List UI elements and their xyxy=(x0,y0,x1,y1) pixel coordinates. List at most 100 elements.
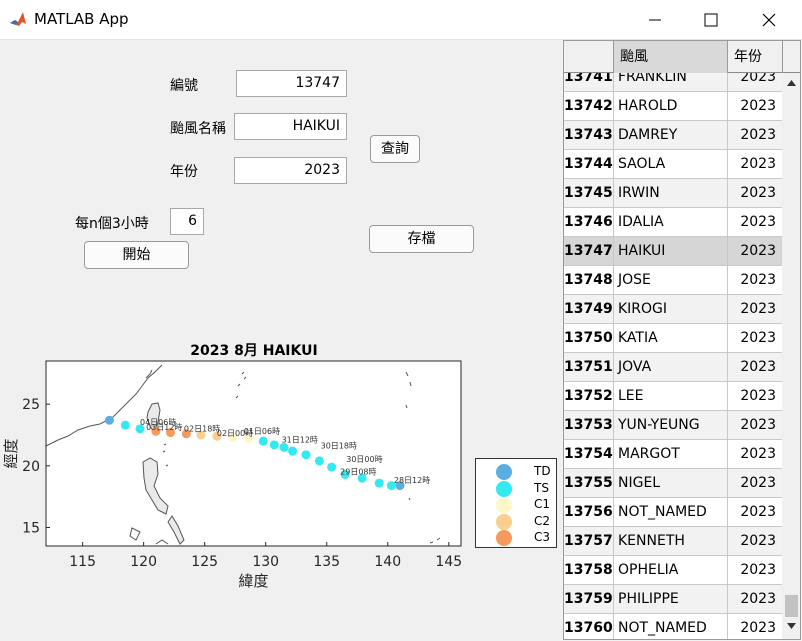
window-title: MATLAB App xyxy=(34,10,129,28)
legend-item: TS xyxy=(476,480,558,497)
y-tick-label: 25 xyxy=(22,397,40,413)
cell-year: 2023 xyxy=(740,73,776,85)
cell-id: 13753 xyxy=(564,411,614,440)
table-row[interactable]: 13742 HAROLD 2023 xyxy=(564,92,782,121)
cell-year: 2023 xyxy=(740,562,776,578)
cell-name: FRANKLIN xyxy=(614,73,728,92)
table-row[interactable]: 13747 HAIKUI 2023 xyxy=(564,237,782,266)
legend-label: C2 xyxy=(534,513,551,528)
minimize-icon xyxy=(649,19,661,21)
x-axis-label: 緯度 xyxy=(238,572,268,590)
maximize-button[interactable] xyxy=(688,0,734,40)
cell-year: 2023 xyxy=(740,591,776,607)
cell-id: 13743 xyxy=(564,121,614,150)
table-row[interactable]: 13743 DAMREY 2023 xyxy=(564,121,782,150)
legend-marker xyxy=(496,480,512,497)
query-button[interactable]: 查詢 xyxy=(370,135,420,163)
cell-name: DAMREY xyxy=(614,121,728,150)
column-header-id[interactable] xyxy=(564,41,614,73)
cell-name: JOSE xyxy=(614,266,728,295)
track-point xyxy=(374,478,384,488)
chart-legend: TD TS C1 C2 C3 xyxy=(475,458,557,548)
x-tick-label: 125 xyxy=(191,554,218,570)
x-tick-label: 130 xyxy=(252,554,279,570)
table-row[interactable]: 13754 MARGOT 2023 xyxy=(564,440,782,469)
year-field[interactable]: 2023 xyxy=(234,157,347,184)
table-row[interactable]: 13749 KIROGI 2023 xyxy=(564,295,782,324)
table-row[interactable]: 13752 LEE 2023 xyxy=(564,382,782,411)
close-button[interactable] xyxy=(746,0,792,40)
minimize-button[interactable] xyxy=(632,0,678,40)
cell-name: OPHELIA xyxy=(614,556,728,585)
legend-marker xyxy=(496,513,512,530)
x-tick-label: 120 xyxy=(130,554,157,570)
table-row[interactable]: 13759 PHILIPPE 2023 xyxy=(564,585,782,614)
table-row[interactable]: 13756 NOT_NAMED 2023 xyxy=(564,498,782,527)
cell-name: PHILIPPE xyxy=(614,585,728,614)
table-scrollbar[interactable] xyxy=(782,73,800,639)
cell-id: 13759 xyxy=(564,585,614,614)
title-bar: MATLAB App xyxy=(0,0,802,40)
table-row[interactable]: 13746 IDALIA 2023 xyxy=(564,208,782,237)
start-button[interactable]: 開始 xyxy=(84,241,189,269)
table-row[interactable]: 13755 NIGEL 2023 xyxy=(564,469,782,498)
legend-item: C3 xyxy=(476,529,558,546)
table-row[interactable]: 13748 JOSE 2023 xyxy=(564,266,782,295)
legend-marker xyxy=(496,464,512,480)
cell-id: 13751 xyxy=(564,353,614,382)
matlab-icon xyxy=(10,12,26,26)
legend-item: C2 xyxy=(476,513,558,530)
cell-year: 2023 xyxy=(740,127,776,143)
cell-id: 13745 xyxy=(564,179,614,208)
track-point xyxy=(104,415,114,425)
cell-year: 2023 xyxy=(740,330,776,346)
cell-name: IDALIA xyxy=(614,208,728,237)
cell-name: NIGEL xyxy=(614,469,728,498)
table-row[interactable]: 13745 IRWIN 2023 xyxy=(564,179,782,208)
track-point xyxy=(327,462,337,472)
legend-label: C3 xyxy=(534,530,551,544)
track-point xyxy=(301,450,311,460)
cell-year: 2023 xyxy=(740,475,776,491)
table-row[interactable]: 13750 KATIA 2023 xyxy=(564,324,782,353)
cell-id: 13741 xyxy=(564,73,614,92)
table-header: 颱風 年份 xyxy=(564,41,800,73)
interval-field[interactable]: 6 xyxy=(170,208,204,235)
id-field[interactable]: 13747 xyxy=(236,70,347,97)
cell-name: KIROGI xyxy=(614,295,728,324)
track-time-label: 02日18時 xyxy=(184,424,220,433)
cell-name: YUN-YEUNG xyxy=(614,411,728,440)
cell-year: 2023 xyxy=(740,243,776,259)
track-point xyxy=(288,446,298,456)
scroll-up-icon[interactable] xyxy=(787,80,796,86)
column-header-name[interactable]: 颱風 xyxy=(614,41,728,73)
table-row[interactable]: 13741 FRANKLIN 2023 xyxy=(564,73,782,92)
x-tick-label: 145 xyxy=(435,554,462,570)
cell-year: 2023 xyxy=(740,214,776,230)
save-button[interactable]: 存檔 xyxy=(369,225,474,253)
cell-id: 13760 xyxy=(564,614,614,639)
table-row[interactable]: 13760 NOT_NAMED 2023 xyxy=(564,614,782,639)
table-row[interactable]: 13753 YUN-YEUNG 2023 xyxy=(564,411,782,440)
table-row[interactable]: 13751 JOVA 2023 xyxy=(564,353,782,382)
name-field[interactable]: HAIKUI xyxy=(234,113,347,140)
x-tick-label: 135 xyxy=(313,554,340,570)
scroll-thumb[interactable] xyxy=(785,595,798,617)
column-header-year[interactable]: 年份 xyxy=(728,41,783,73)
track-point xyxy=(314,456,324,466)
interval-label: 每n個3小時 xyxy=(75,216,149,232)
cell-year: 2023 xyxy=(740,272,776,288)
cell-name: JOVA xyxy=(614,353,728,382)
cell-name: IRWIN xyxy=(614,179,728,208)
track-time-label: 31日12時 xyxy=(282,435,318,444)
table-row[interactable]: 13744 SAOLA 2023 xyxy=(564,150,782,179)
legend-label: C1 xyxy=(534,497,551,511)
cell-year: 2023 xyxy=(740,533,776,549)
cell-id: 13744 xyxy=(564,150,614,179)
table-row[interactable]: 13757 KENNETH 2023 xyxy=(564,527,782,556)
cell-name: KATIA xyxy=(614,324,728,353)
cell-name: HAIKUI xyxy=(614,237,728,266)
track-time-label: 04日06時 xyxy=(140,418,176,427)
scroll-down-icon[interactable] xyxy=(787,623,796,629)
table-row[interactable]: 13758 OPHELIA 2023 xyxy=(564,556,782,585)
